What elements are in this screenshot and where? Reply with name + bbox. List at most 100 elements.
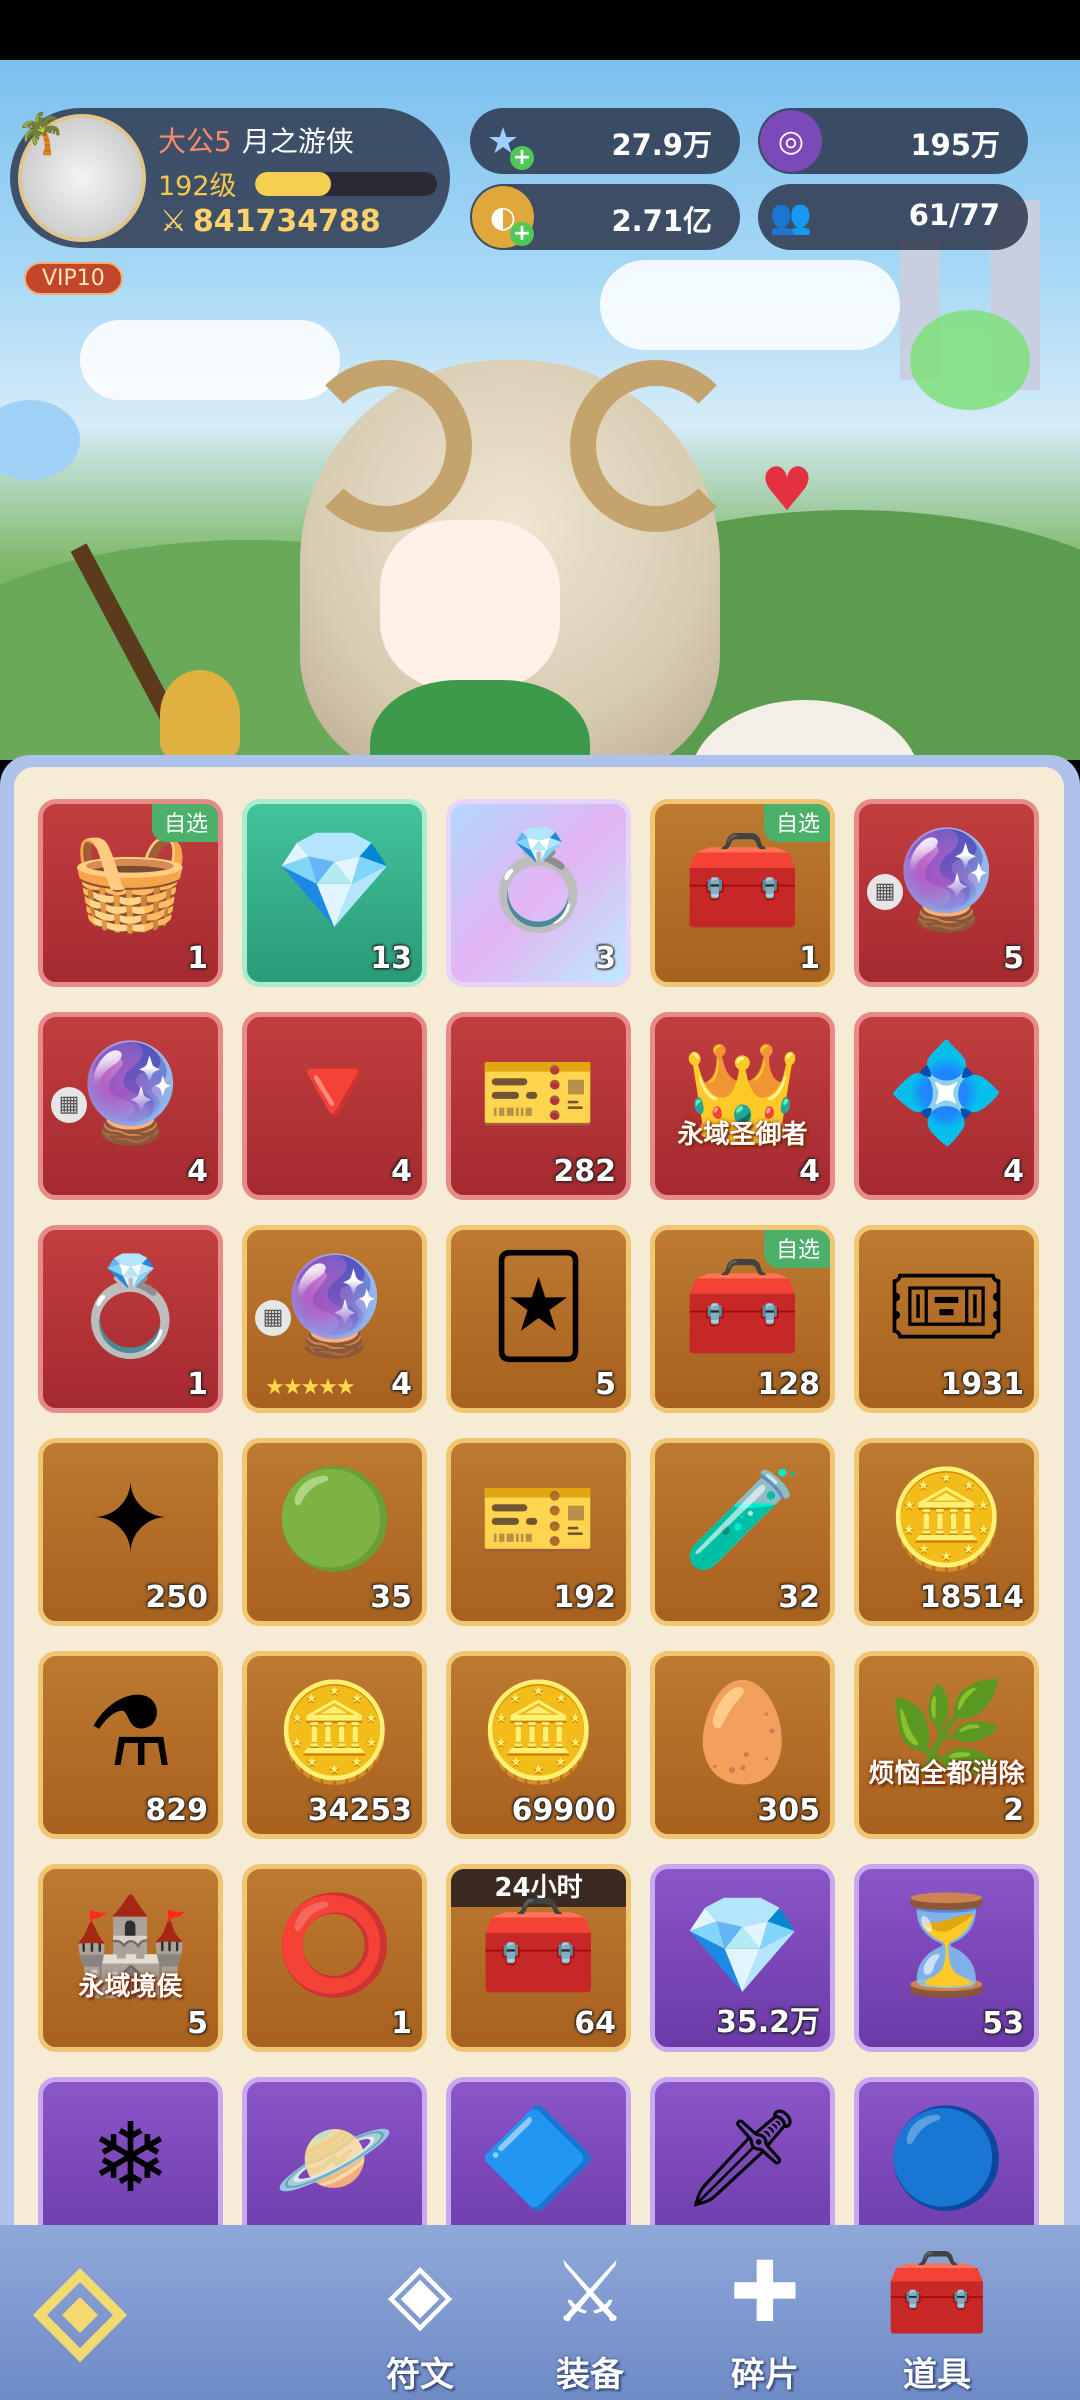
purple-coin-value: 195万 — [910, 128, 1000, 162]
bell — [160, 670, 240, 760]
item-name-label: 永域境侯 — [78, 1972, 183, 2002]
gold-coin-value: 2.71亿 — [611, 204, 712, 238]
item-count: 128 — [757, 1367, 820, 1402]
item-count: 1931 — [940, 1367, 1025, 1402]
nav-tab-label: 符文 — [386, 2355, 454, 2395]
item-count: 18514 — [919, 1580, 1024, 1615]
inventory-item[interactable]: 💍 1 — [38, 1225, 223, 1413]
silver-lock-coin-icon: 🪙 — [886, 1463, 1007, 1575]
inventory-item[interactable]: 💎 13 — [242, 799, 427, 987]
inventory-item[interactable]: 🔮 ▦ 5 — [854, 799, 1039, 987]
inventory-item[interactable]: 🃏 5 — [446, 1225, 631, 1413]
inventory-item[interactable]: 🔵 — [854, 2077, 1039, 2227]
feather-ring-icon: 💍 — [478, 824, 599, 936]
item-count: 4 — [187, 1154, 208, 1189]
dragon-egg-icon: 🥚 — [682, 1676, 803, 1788]
xp-bar-fill — [255, 172, 332, 196]
character-face — [380, 520, 560, 690]
inventory-item[interactable]: ⚗ 829 — [38, 1651, 223, 1839]
inventory-panel: 🧺 自选 1 💎 13 💍 3 🧰 自选 1 🔮 ▦ 5 🔮 ▦ 4 🔻 4 🎫 282 👑 永域圣御者 4 💠 4 💍 1 🔮 ▦ ★★… — [0, 755, 1080, 2227]
inventory-item[interactable]: 🪙 69900 — [446, 1651, 631, 1839]
bronze-coin-icon: 🪙 — [274, 1676, 395, 1788]
inventory-item[interactable]: ⏳ 53 — [854, 1864, 1039, 2052]
gold-chest-timed-icon: 🧰 — [478, 1889, 599, 2001]
inventory-item[interactable]: ❄ — [38, 2077, 223, 2227]
party-resource[interactable]: 👥 61/77 — [758, 184, 1028, 250]
purple-coin-resource[interactable]: ◎ 195万 — [758, 108, 1028, 174]
palm-icon: 🌴 — [16, 111, 66, 157]
nav-tab-3[interactable]: 🧰 道具 — [862, 2237, 1012, 2397]
inventory-item[interactable]: 🟢 35 — [242, 1438, 427, 1626]
nav-tab-label: 碎片 — [731, 2355, 799, 2395]
inventory-item[interactable]: 🔻 4 — [242, 1012, 427, 1200]
inventory-item[interactable]: 🏰 永域境侯 5 — [38, 1864, 223, 2052]
inventory-item[interactable]: 🪐 — [242, 2077, 427, 2227]
inventory-panel-inner: 🧺 自选 1 💎 13 💍 3 🧰 自选 1 🔮 ▦ 5 🔮 ▦ 4 🔻 4 🎫 282 👑 永域圣御者 4 💠 4 💍 1 🔮 ▦ ★★… — [14, 767, 1064, 2227]
purple-coin-icon: ◎ — [760, 110, 822, 172]
item-count: 1 — [187, 1367, 208, 1402]
grid-icon: ▦ — [51, 1087, 87, 1123]
back-arrow-icon[interactable] — [30, 2265, 130, 2365]
avatar[interactable]: 🌴 — [16, 111, 146, 242]
inventory-item[interactable]: 🔮 ▦ ★★★★★ 4 — [242, 1225, 427, 1413]
item-name-label: 烦恼全都消除 — [868, 1759, 1025, 1789]
inventory-item[interactable]: ✦ 250 — [38, 1438, 223, 1626]
inventory-item[interactable]: 🪙 18514 — [854, 1438, 1039, 1626]
item-count: 829 — [145, 1793, 208, 1828]
item-count: 69900 — [511, 1793, 616, 1828]
star-gem-resource[interactable]: ★ + 27.9万 — [470, 108, 740, 174]
red-crystal-icon: 🔻 — [274, 1037, 395, 1149]
add-star-gem-button[interactable]: + — [510, 146, 534, 170]
rainbow-potion-icon: 🧪 — [682, 1463, 803, 1575]
nav-tab-1[interactable]: ⚔ 装备 — [515, 2237, 665, 2397]
crossed-swords-icon: ⚔ — [552, 2243, 628, 2341]
item-count: 64 — [574, 2006, 616, 2041]
inventory-item[interactable]: 💎 35.2万 — [650, 1864, 835, 2052]
ice-crystals-icon: ❄ — [90, 2102, 171, 2214]
nav-tab-2[interactable]: ✚ 碎片 — [690, 2237, 840, 2397]
inventory-item[interactable]: 👑 永域圣御者 4 — [650, 1012, 835, 1200]
item-count: 305 — [757, 1793, 820, 1828]
inventory-item[interactable]: 🧺 自选 1 — [38, 799, 223, 987]
inventory-item[interactable]: 💠 4 — [854, 1012, 1039, 1200]
item-count: 192 — [553, 1580, 616, 1615]
gold-coin-resource[interactable]: ◐ + 2.71亿 — [470, 184, 740, 250]
inventory-item[interactable]: 🧰 自选 1 — [650, 799, 835, 987]
item-count: 32 — [778, 1580, 820, 1615]
inventory-item[interactable]: 💍 3 — [446, 799, 631, 987]
item-count: 4 — [391, 1367, 412, 1402]
inventory-item[interactable]: 🎫 282 — [446, 1012, 631, 1200]
grid-icon: ▦ — [867, 874, 903, 910]
player-level: 192级 — [158, 171, 237, 202]
inventory-item[interactable]: 🎫 192 — [446, 1438, 631, 1626]
inventory-item[interactable]: 🔷 — [446, 2077, 631, 2227]
blue-slime — [0, 400, 80, 480]
item-count: 35.2万 — [715, 2005, 820, 2040]
item-count: 3 — [595, 941, 616, 976]
silver-ring-icon: 💠 — [886, 1037, 1007, 1149]
inventory-item[interactable]: 🥚 305 — [650, 1651, 835, 1839]
nav-tab-0[interactable]: ◈ 符文 — [345, 2237, 495, 2397]
combat-power-value: 841734788 — [192, 204, 381, 239]
green-crystal-icon: 🟢 — [274, 1463, 395, 1575]
inventory-item[interactable]: 24小时 🧰 64 — [446, 1864, 631, 2052]
inventory-item[interactable]: 🪙 34253 — [242, 1651, 427, 1839]
inventory-item[interactable]: 🎟 1931 — [854, 1225, 1039, 1413]
inventory-item[interactable]: 🧪 32 — [650, 1438, 835, 1626]
player-profile[interactable]: 🌴 大公5 月之游侠 192级 ⚔ 841734788 — [10, 108, 450, 248]
treasure-chest-icon: 🧰 — [884, 2242, 990, 2341]
inventory-item[interactable]: 🗡 — [650, 2077, 835, 2227]
item-count: 250 — [145, 1580, 208, 1615]
puzzle-piece-icon: ✚ — [729, 2243, 801, 2341]
heart-icon: ♥ — [760, 455, 814, 525]
golden-card-icon: 🃏 — [489, 1250, 588, 1362]
inventory-item[interactable]: ⭕ 1 — [242, 1864, 427, 2052]
inventory-item[interactable]: 🧰 自选 128 — [650, 1225, 835, 1413]
selectable-badge: 自选 — [763, 1230, 830, 1268]
item-count: 5 — [1003, 941, 1024, 976]
heart-ticket-icon: 🎫 — [478, 1463, 599, 1575]
vip-badge[interactable]: VIP10 — [24, 262, 123, 295]
inventory-item[interactable]: 🌿 烦恼全都消除 2 — [854, 1651, 1039, 1839]
inventory-item[interactable]: 🔮 ▦ 4 — [38, 1012, 223, 1200]
add-gold-coin-button[interactable]: + — [510, 222, 534, 246]
